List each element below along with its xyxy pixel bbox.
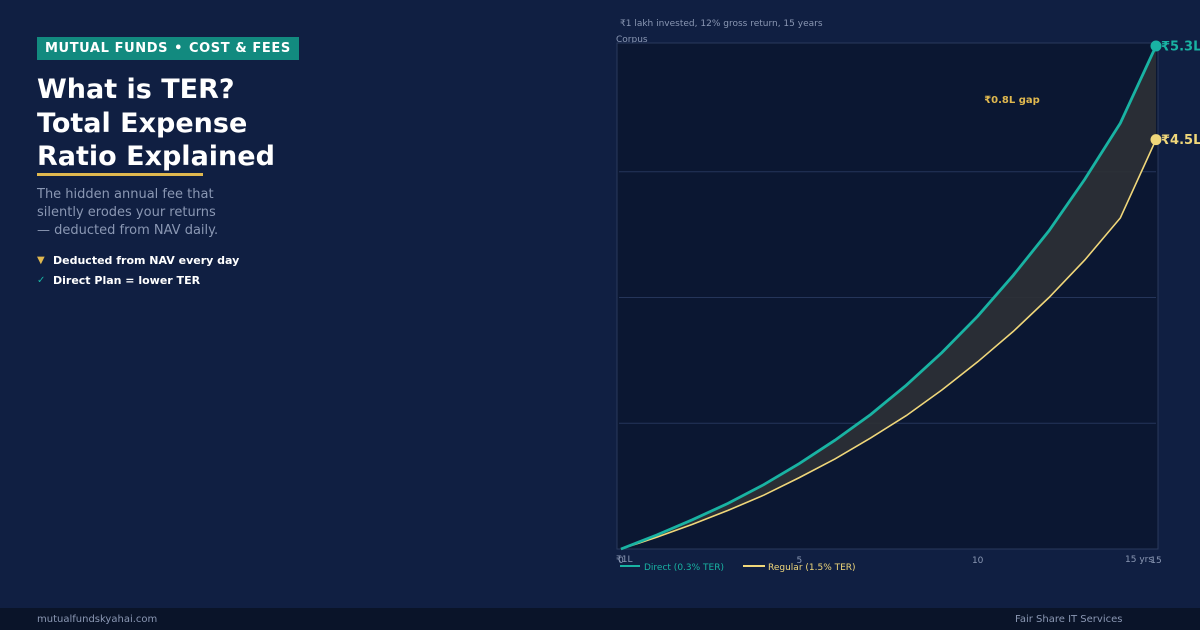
x-end-label: 15 yrs: [1125, 555, 1153, 565]
footer-company: Fair Share IT Services: [1015, 614, 1123, 625]
chart-legend: Direct (0.3% TER) Regular (1.5% TER): [620, 563, 856, 573]
chart-subtitle: ₹1 lakh invested, 12% gross return, 15 y…: [620, 19, 823, 29]
y-start-label: ₹1L: [616, 555, 632, 565]
legend-label-regular: Regular (1.5% TER): [768, 563, 856, 573]
end-point-marker: [1150, 134, 1162, 146]
end-value-label: ₹5.3L: [1161, 40, 1200, 55]
plot-area: [616, 42, 1159, 550]
end-point-marker: [1150, 40, 1162, 52]
corpus-growth-chart: ₹1 lakh invested, 12% gross return, 15 y…: [616, 19, 1200, 573]
legend-label-direct: Direct (0.3% TER): [644, 563, 724, 573]
footer-site: mutualfundskyahai.com: [37, 614, 158, 625]
gap-annotation: ₹0.8L gap: [984, 95, 1040, 106]
x-tick-label: 10: [972, 556, 984, 566]
footer-bar: mutualfundskyahai.com Fair Share IT Serv…: [0, 608, 1200, 630]
end-value-label: ₹4.5L: [1161, 133, 1200, 148]
